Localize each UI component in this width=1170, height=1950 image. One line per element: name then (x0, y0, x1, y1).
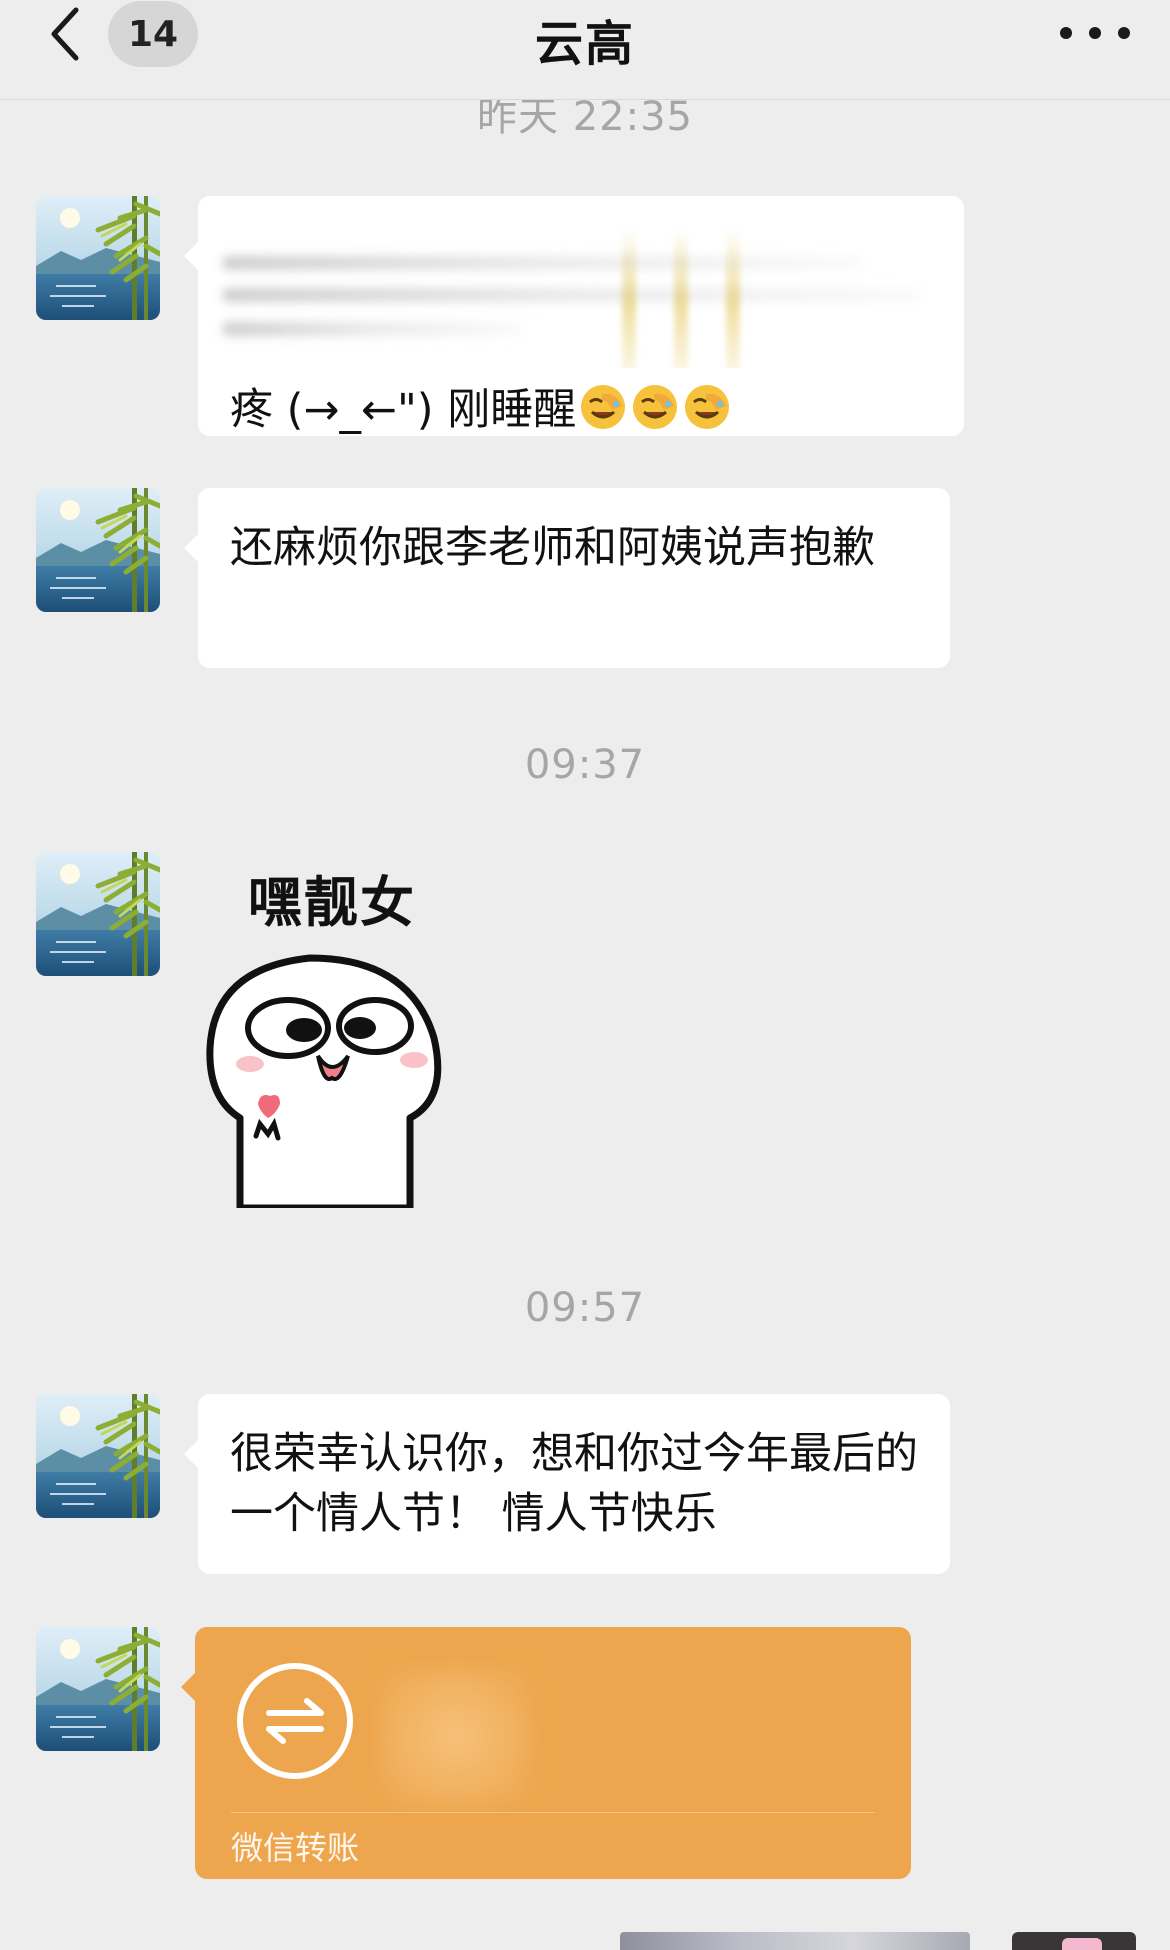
message-text: 还麻烦你跟李老师和阿姨说声抱歉 (230, 523, 875, 573)
message-bubble-1[interactable]: 疼 (→_←") 刚睡醒 (184, 196, 964, 436)
partial-image-message[interactable] (620, 1932, 970, 1950)
contact-avatar[interactable] (36, 1627, 160, 1751)
blurred-content (212, 218, 948, 368)
avatar-bamboo-lake-image (36, 196, 160, 320)
sticker-message[interactable]: 嘿靓女 (200, 838, 460, 1208)
back-button[interactable] (40, 2, 90, 66)
message-bubble-2[interactable]: 还麻烦你跟李老师和阿姨说声抱歉 (184, 488, 950, 668)
facepalm-laughing-emoji (685, 385, 730, 429)
contact-avatar[interactable] (36, 488, 160, 612)
chevron-left-icon (51, 7, 79, 61)
avatar-bamboo-lake-image (36, 1627, 160, 1751)
contact-avatar[interactable] (36, 852, 160, 976)
avatar-bamboo-lake-image (36, 488, 160, 612)
message-bubble-3[interactable]: 很荣幸认识你，想和你过今年最后的一个情人节！ 情人节快乐 (184, 1394, 950, 1574)
contact-avatar[interactable] (36, 196, 160, 320)
avatar-bamboo-lake-image (36, 1394, 160, 1518)
transfer-arrows-icon (237, 1663, 353, 1779)
facepalm-laughing-emoji (581, 385, 626, 429)
wechat-transfer-card[interactable]: 微信转账 (181, 1627, 911, 1879)
facepalm-laughing-emoji (633, 385, 678, 429)
divider (231, 1812, 875, 1813)
unread-count-badge[interactable]: 14 (108, 1, 198, 67)
transfer-label: 微信转账 (231, 1829, 360, 1867)
timestamp: 09:37 (524, 742, 646, 788)
chat-header: 14 云高 (0, 0, 1170, 100)
blurred-amount (380, 1667, 530, 1807)
message-text: 疼 (→_←") 刚睡醒 (230, 385, 577, 435)
sticker-caption: 嘿靓女 (248, 871, 416, 934)
contact-avatar[interactable] (36, 1394, 160, 1518)
timestamp: 09:57 (524, 1285, 646, 1331)
white-blob-sticker-image (206, 954, 442, 1208)
message-text: 很荣幸认识你，想和你过今年最后的一个情人节！ 情人节快乐 (230, 1429, 918, 1539)
avatar-bamboo-lake-image (36, 852, 160, 976)
partial-thumbnail[interactable] (1012, 1932, 1136, 1950)
more-options-button[interactable] (1060, 16, 1130, 50)
ellipsis-icon (1060, 27, 1072, 39)
